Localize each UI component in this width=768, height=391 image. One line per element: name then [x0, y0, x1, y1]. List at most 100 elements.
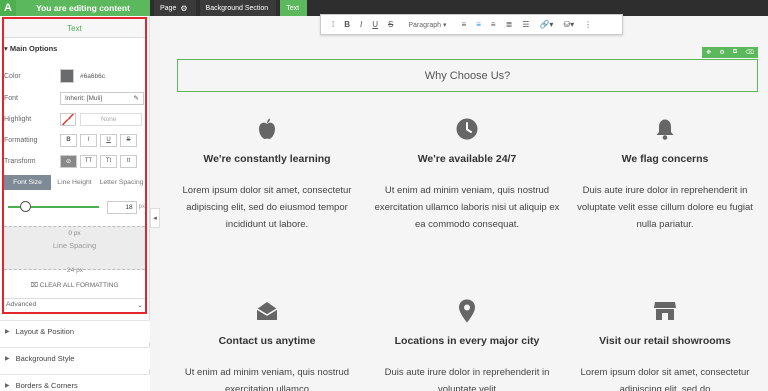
link-icon[interactable]: 🔗▾	[539, 20, 553, 29]
feature-title: We flag concerns	[621, 153, 709, 165]
editing-status: You are editing content	[16, 0, 150, 16]
line-spacing-block[interactable]: 0 px Line Spacing	[4, 226, 145, 270]
chevron-left-icon: ◂	[153, 215, 157, 222]
drag-handle-icon[interactable]: ⁞	[332, 20, 334, 29]
strikethrough-icon[interactable]: S	[388, 20, 393, 29]
feature-title: Locations in every major city	[394, 335, 540, 347]
font-size-input[interactable]: 18	[107, 200, 137, 214]
feature-contact: Contact us anytime Ut enim ad minim veni…	[172, 299, 362, 391]
sidebar-title: Text	[4, 19, 145, 38]
feature-title: Contact us anytime	[218, 335, 316, 347]
main-options-header[interactable]: ▾ Main Options	[4, 44, 57, 53]
font-size-slider-row: 18 px	[4, 199, 145, 215]
breadcrumb: Page ⚙ Background Section Text	[150, 0, 311, 16]
italic-button[interactable]: I	[80, 133, 97, 147]
typography-tabs: Font Size Line Height Letter Spacing	[4, 175, 145, 190]
spacing-bottom-value: 24 px	[67, 267, 83, 274]
database-icon[interactable]: ⛁▾	[563, 20, 574, 29]
eraser-icon: ⌧	[30, 282, 38, 289]
line-spacing-label: Line Spacing	[52, 241, 97, 250]
bold-icon[interactable]: B	[344, 20, 350, 29]
color-value: #6a6b6c	[80, 72, 105, 80]
transform-lowercase-button[interactable]: tt	[120, 154, 137, 168]
breadcrumb-background-section[interactable]: Background Section	[199, 0, 277, 16]
clock-icon	[372, 117, 562, 141]
feature-showrooms: Visit our retail showrooms Lorem ipsum d…	[570, 299, 760, 391]
color-label: Color	[4, 72, 21, 80]
list-icon[interactable]: ☰	[522, 20, 529, 29]
paragraph-select[interactable]: Paragraph ▾	[408, 21, 446, 29]
align-center-icon[interactable]: ≡	[476, 20, 481, 29]
feature-text: Duis aute irure dolor in reprehenderit i…	[577, 185, 753, 230]
transform-capitalize-button[interactable]: Tt	[100, 154, 117, 168]
caret-right-icon: ▶	[5, 356, 10, 362]
bold-button[interactable]: B	[60, 133, 77, 147]
edit-icon[interactable]: ✎	[134, 94, 139, 102]
color-row: Color #6a6b6c	[4, 69, 145, 83]
chevron-down-icon: ⌄	[137, 301, 143, 309]
accordion-layout-position[interactable]: ▶ Layout & Position	[0, 320, 150, 342]
feature-locations: Locations in every major city Duis aute …	[372, 299, 562, 391]
more-options-icon[interactable]: ⋮	[584, 20, 592, 29]
feature-text: Duis aute irure dolor in reprehenderit i…	[384, 367, 550, 391]
delete-icon[interactable]: ⌫	[745, 49, 753, 56]
underline-button[interactable]: U	[100, 133, 117, 147]
map-pin-icon	[372, 299, 562, 323]
tab-font-size[interactable]: Font Size	[4, 175, 51, 190]
accordion-borders-corners[interactable]: ▶ Borders & Corners	[0, 374, 150, 391]
underline-icon[interactable]: U	[372, 20, 378, 29]
feature-title: We're constantly learning	[203, 153, 331, 165]
duplicate-icon[interactable]: ⧉	[733, 49, 737, 56]
feature-title: We're available 24/7	[417, 153, 517, 165]
caret-right-icon: ▶	[5, 383, 10, 389]
spacing-top-value: 0 px	[68, 230, 81, 237]
feature-concerns: We flag concerns Duis aute irure dolor i…	[570, 117, 760, 233]
element-controls: ✥ ⚙ ⧉ ⌫	[702, 47, 758, 58]
feature-learning: We're constantly learning Lorem ipsum do…	[172, 117, 362, 233]
bell-icon	[570, 117, 760, 141]
slider-handle[interactable]	[20, 201, 31, 212]
font-label: Font	[4, 94, 19, 102]
settings-icon[interactable]: ⚙	[719, 49, 724, 56]
align-justify-icon[interactable]: ≣	[506, 20, 513, 29]
font-size-slider[interactable]	[8, 201, 100, 212]
advanced-toggle[interactable]: Advanced ⌄	[4, 298, 145, 310]
feature-available: We're available 24/7 Ut enim ad minim ve…	[372, 117, 562, 233]
font-select[interactable]: Inherit: [Muli] ✎	[60, 91, 144, 105]
transform-none-button[interactable]: ⊘	[60, 154, 77, 168]
highlight-value[interactable]: None	[80, 112, 142, 126]
breadcrumb-page[interactable]: Page ⚙	[154, 0, 196, 16]
color-swatch[interactable]	[60, 69, 74, 83]
align-left-icon[interactable]: ≡	[462, 20, 467, 29]
clear-all-formatting-button[interactable]: ⌧ CLEAR ALL FORMATTING	[4, 281, 145, 289]
highlight-swatch[interactable]	[60, 112, 76, 126]
app-logo[interactable]: A	[0, 0, 16, 16]
tab-line-height[interactable]: Line Height	[51, 175, 98, 190]
envelope-open-icon	[172, 299, 362, 323]
transform-uppercase-button[interactable]: TT	[80, 154, 97, 168]
formatting-row: Formatting B I U S	[4, 133, 145, 147]
gear-icon[interactable]: ⚙	[180, 4, 187, 13]
store-icon	[570, 299, 760, 323]
selected-heading[interactable]: Why Choose Us?	[177, 59, 758, 92]
highlight-row: Highlight None	[4, 112, 145, 126]
transform-label: Transform	[4, 157, 36, 165]
move-icon[interactable]: ✥	[706, 49, 711, 56]
collapse-sidebar-button[interactable]: ◂	[150, 208, 160, 228]
breadcrumb-text[interactable]: Text	[280, 0, 308, 16]
caret-right-icon: ▶	[5, 329, 10, 335]
align-right-icon[interactable]: ≡	[491, 20, 496, 29]
transform-row: Transform ⊘ TT Tt tt	[4, 154, 145, 168]
feature-text: Lorem ipsum dolor sit amet, consectetur …	[182, 185, 352, 230]
font-row: Font Inherit: [Muli] ✎	[4, 91, 145, 105]
accordion-background-style[interactable]: ▶ Background Style	[0, 347, 150, 369]
highlight-label: Highlight	[4, 115, 32, 123]
tab-letter-spacing[interactable]: Letter Spacing	[98, 175, 145, 190]
feature-title: Visit our retail showrooms	[599, 335, 731, 347]
strikethrough-button[interactable]: S	[120, 133, 137, 147]
apple-icon	[172, 117, 362, 141]
formatting-label: Formatting	[4, 136, 38, 144]
italic-icon[interactable]: I	[360, 20, 362, 29]
feature-text: Ut enim ad minim veniam, quis nostrud ex…	[374, 185, 560, 230]
feature-text: Lorem ipsum dolor sit amet, consectetur …	[580, 367, 750, 391]
